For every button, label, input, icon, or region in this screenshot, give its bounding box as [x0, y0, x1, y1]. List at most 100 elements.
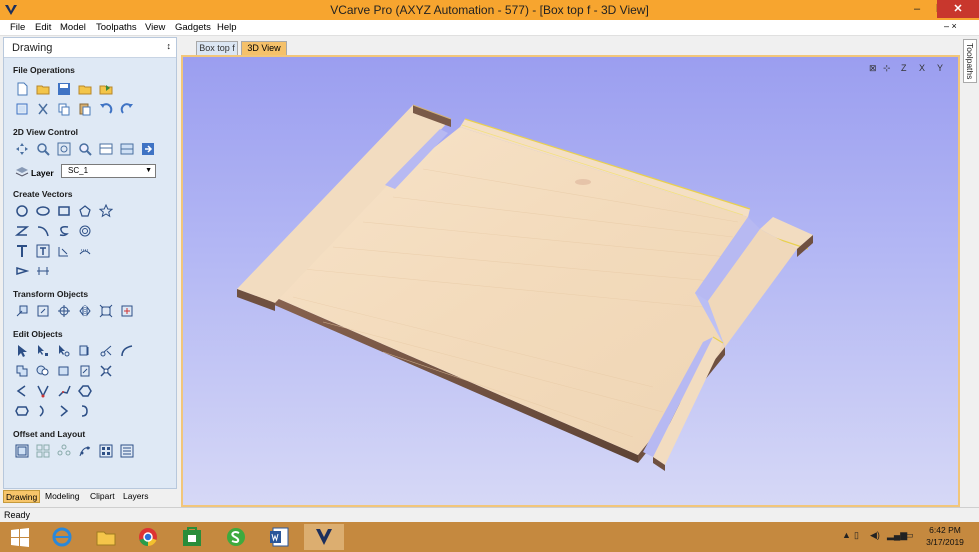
weld-icon[interactable] [15, 364, 29, 378]
auto-layout-text-icon[interactable] [36, 244, 50, 258]
subtract-icon[interactable] [36, 364, 50, 378]
view-layout-icon[interactable] [99, 142, 113, 156]
taskbar-clock[interactable]: 6:42 PM 3/17/2019 [918, 524, 972, 548]
offset-shape-icon[interactable] [15, 404, 29, 418]
offset-icon[interactable] [15, 444, 29, 458]
draw-rectangle-icon[interactable] [57, 204, 71, 218]
chevron-right-icon[interactable] [57, 404, 71, 418]
draw-arc-icon[interactable] [36, 224, 50, 238]
interactive-transform-icon[interactable] [57, 344, 71, 358]
trim-icon[interactable] [78, 344, 92, 358]
tab-modeling[interactable]: Modeling [43, 490, 82, 503]
draw-curve-icon[interactable] [57, 224, 71, 238]
toggle-view-icon[interactable] [120, 142, 134, 156]
job-setup-icon[interactable] [15, 102, 29, 116]
taskbar-store[interactable] [172, 524, 212, 550]
view-iso-icon[interactable]: ⊠ [869, 63, 877, 74]
draw-ellipse-icon[interactable] [36, 204, 50, 218]
tab-3d-view[interactable]: 3D View [241, 41, 287, 55]
plate-icon[interactable] [120, 444, 134, 458]
taskbar-vcarve[interactable] [304, 524, 344, 550]
tray-expand-icon[interactable]: ▲ [842, 530, 851, 540]
taskbar-skype-app[interactable] [216, 524, 256, 550]
tray-notification-icon[interactable]: ▭ [905, 530, 914, 541]
undo-icon[interactable] [99, 102, 113, 116]
copy-along-vectors-icon[interactable] [78, 444, 92, 458]
tray-volume-icon[interactable]: ◀) [870, 530, 880, 541]
text-on-curve-icon[interactable] [57, 244, 71, 258]
draw-text-icon[interactable] [15, 244, 29, 258]
cut-icon[interactable] [36, 102, 50, 116]
taskbar-explorer[interactable] [86, 524, 126, 550]
close-button[interactable]: ✕ [937, 0, 979, 18]
scissors-icon[interactable] [99, 344, 113, 358]
curve-fit-icon[interactable] [57, 384, 71, 398]
draw-polygon-icon[interactable] [78, 204, 92, 218]
menu-file[interactable]: File [10, 22, 25, 33]
copy-icon[interactable] [57, 102, 71, 116]
corner-icon[interactable] [78, 404, 92, 418]
view-y-icon[interactable]: Y [937, 63, 943, 73]
mdi-window-controls[interactable]: – × [944, 21, 957, 31]
minimize-button[interactable]: – [905, 0, 929, 18]
intersect-icon[interactable] [57, 364, 71, 378]
set-size-icon[interactable] [99, 304, 113, 318]
menu-view[interactable]: View [145, 22, 165, 33]
scale-icon[interactable] [57, 304, 71, 318]
paste-icon[interactable] [78, 102, 92, 116]
dimension-icon[interactable] [15, 264, 29, 278]
menu-model[interactable]: Model [60, 22, 86, 33]
nesting-icon[interactable] [99, 444, 113, 458]
draw-star-icon[interactable] [99, 204, 113, 218]
import-folder-icon[interactable] [78, 82, 92, 96]
taskbar-ie[interactable] [42, 524, 82, 550]
array-copy-icon[interactable] [36, 444, 50, 458]
tray-device-icon[interactable]: ▯ [854, 530, 859, 541]
taskbar-chrome[interactable] [128, 524, 168, 550]
extend-icon[interactable] [36, 404, 50, 418]
circular-array-icon[interactable] [57, 444, 71, 458]
3d-viewport[interactable]: ⊠ ⊹ Z X Y [181, 55, 960, 507]
menu-gadgets[interactable]: Gadgets [175, 22, 211, 33]
node-edit-icon[interactable] [36, 344, 50, 358]
open-folder-icon[interactable] [36, 82, 50, 96]
menu-toolpaths[interactable]: Toolpaths [96, 22, 137, 33]
switch-2d-3d-icon[interactable] [141, 142, 155, 156]
close-vector-icon[interactable] [15, 384, 29, 398]
start-button[interactable] [0, 524, 40, 550]
tab-box-top-f[interactable]: Box top f [196, 41, 238, 55]
taskbar-word[interactable] [260, 524, 300, 550]
join-icon[interactable] [78, 364, 92, 378]
view-z-icon[interactable]: Z [901, 63, 907, 73]
align-icon[interactable] [36, 304, 50, 318]
diamond-icon[interactable] [78, 384, 92, 398]
tab-layers[interactable]: Layers [121, 490, 151, 503]
measure-icon[interactable] [36, 264, 50, 278]
move-icon[interactable] [15, 304, 29, 318]
menu-edit[interactable]: Edit [35, 22, 51, 33]
center-icon[interactable] [120, 304, 134, 318]
view-axes-icon[interactable]: ⊹ [883, 63, 891, 74]
save-icon[interactable] [57, 82, 71, 96]
layer-dropdown[interactable]: SC_1 ▼ [61, 164, 156, 178]
break-icon[interactable] [99, 364, 113, 378]
new-file-icon[interactable] [15, 82, 29, 96]
zoom-icon[interactable] [36, 142, 50, 156]
smooth-icon[interactable] [36, 384, 50, 398]
draw-polyline-icon[interactable] [15, 224, 29, 238]
view-x-icon[interactable]: X [919, 63, 925, 73]
draw-circle-icon[interactable] [15, 204, 29, 218]
pin-icon[interactable]: ↕ [167, 41, 172, 51]
mirror-icon[interactable] [78, 304, 92, 318]
tab-drawing[interactable]: Drawing [3, 490, 41, 503]
tab-clipart[interactable]: Clipart [88, 490, 117, 503]
pan-icon[interactable] [15, 142, 29, 156]
import-image-icon[interactable] [99, 82, 113, 96]
text-arc-icon[interactable] [78, 244, 92, 258]
select-icon[interactable] [15, 344, 29, 358]
redo-icon[interactable] [120, 102, 134, 116]
menu-help[interactable]: Help [217, 22, 237, 33]
fillet-icon[interactable] [120, 344, 134, 358]
tab-toolpaths[interactable]: Toolpaths [963, 39, 977, 83]
draw-spiral-icon[interactable] [78, 224, 92, 238]
